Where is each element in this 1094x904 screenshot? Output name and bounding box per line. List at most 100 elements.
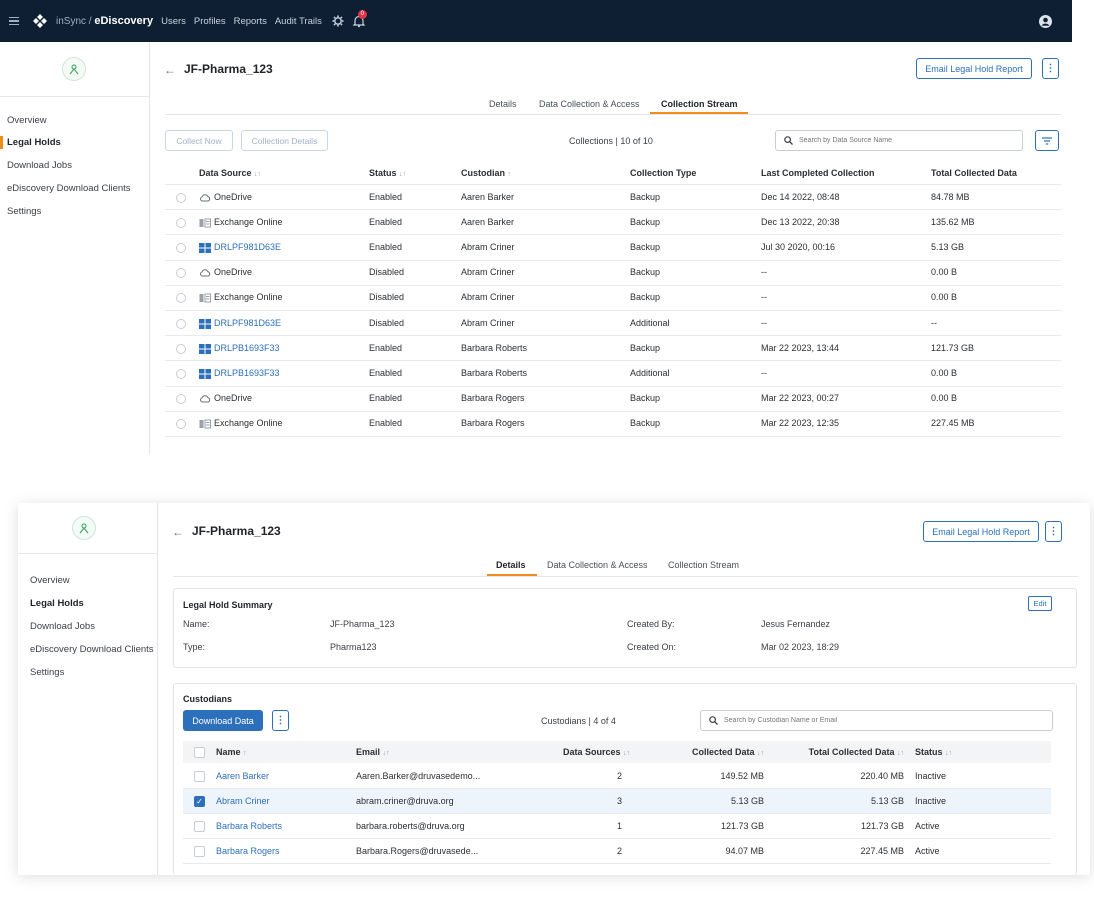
status-cell: Enabled <box>369 191 403 202</box>
created-on-value: Mar 02 2023, 18:29 <box>761 642 840 652</box>
row-select-radio[interactable] <box>176 293 186 304</box>
email-report-button[interactable]: Email Legal Hold Report <box>923 521 1039 542</box>
sort-icon: ↓↑ <box>757 750 764 757</box>
tab-collection-stream[interactable]: Collection Stream <box>661 99 738 109</box>
search-input[interactable] <box>724 717 1016 724</box>
collection-details-button[interactable]: Collection Details <box>241 130 328 151</box>
status-cell: Enabled <box>369 368 403 378</box>
custodian-cell: Abram Criner <box>461 292 515 303</box>
column-header-status[interactable]: Status ↓↑ <box>369 168 406 178</box>
name-label: Name: <box>183 619 210 629</box>
row-checkbox[interactable] <box>194 771 205 782</box>
data-source-cell[interactable]: DRLPF981D63E <box>214 242 281 252</box>
legal-hold-logo-icon <box>62 57 86 81</box>
sidebar-item-download-clients[interactable]: eDiscovery Download Clients <box>7 183 131 194</box>
data-source-cell[interactable]: DRLPB1693F33 <box>214 368 280 378</box>
tab-details[interactable]: Details <box>496 560 526 570</box>
row-select-radio[interactable] <box>176 343 186 354</box>
last-collection-cell: -- <box>761 368 767 378</box>
nav-link-profiles[interactable]: Profiles <box>194 16 226 27</box>
notification-bell-icon[interactable]: 0 <box>352 10 367 28</box>
custodian-cell: Barbara Roberts <box>461 368 528 378</box>
sidebar-item-download-clients[interactable]: eDiscovery Download Clients <box>30 644 154 655</box>
custodian-name-link[interactable]: Barbara Roberts <box>216 821 282 831</box>
sidebar-item-settings[interactable]: Settings <box>7 206 41 217</box>
custodian-name-link[interactable]: Aaren Barker <box>216 771 269 781</box>
column-header-data-source[interactable]: Data Source ↓↑ <box>199 168 261 178</box>
column-header-email[interactable]: Email ↓↑ <box>356 747 390 757</box>
custodian-search[interactable] <box>700 710 1053 731</box>
sidebar-item-settings[interactable]: Settings <box>30 667 64 678</box>
row-select-radio[interactable] <box>176 243 186 253</box>
custodian-name-link[interactable]: Abram Criner <box>216 796 270 806</box>
column-header-last-collection: Last Completed Collection <box>761 168 875 178</box>
data-source-search[interactable] <box>775 130 1023 151</box>
search-input[interactable] <box>799 137 1002 144</box>
user-avatar-icon[interactable] <box>1039 15 1052 28</box>
sidebar-item-overview[interactable]: Overview <box>7 115 47 126</box>
row-select-radio[interactable] <box>176 318 186 329</box>
sort-icon: ↑ <box>243 750 247 757</box>
last-collection-cell: -- <box>761 267 767 278</box>
sidebar-item-legal-holds[interactable]: Legal Holds <box>30 598 84 609</box>
total-data-cell: 0.00 B <box>931 292 958 303</box>
tab-details[interactable]: Details <box>489 99 517 109</box>
row-checkbox[interactable] <box>194 821 205 832</box>
column-header-total-collected[interactable]: Total Collected Data ↓↑ <box>778 747 904 757</box>
nav-link-reports[interactable]: Reports <box>234 16 267 27</box>
search-icon <box>784 136 793 145</box>
sort-icon: ↓↑ <box>945 750 953 757</box>
select-all-checkbox[interactable] <box>194 747 205 758</box>
download-data-button[interactable]: Download Data <box>183 710 263 731</box>
top-navigation-bar: inSync / eDiscovery Users Profiles Repor… <box>0 0 1072 42</box>
column-header-collected-data[interactable]: Collected Data ↓↑ <box>668 747 764 757</box>
edit-button[interactable]: Edit <box>1028 596 1052 611</box>
back-arrow-icon[interactable]: ← <box>164 63 176 77</box>
row-select-radio[interactable] <box>176 394 186 405</box>
product-name[interactable]: inSync / eDiscovery <box>56 15 153 27</box>
menu-icon[interactable] <box>9 16 19 26</box>
header-label: Name <box>216 747 241 757</box>
row-select-radio[interactable] <box>176 192 186 203</box>
sidebar-divider <box>18 553 157 554</box>
collect-now-button[interactable]: Collect Now <box>165 130 233 151</box>
tab-data-collection-access[interactable]: Data Collection & Access <box>539 99 640 109</box>
filter-icon <box>1042 136 1052 145</box>
data-source-cell: OneDrive <box>214 191 253 202</box>
total-collected-cell: 121.73 GB <box>860 820 904 831</box>
row-divider <box>165 310 1061 311</box>
custodians-more-button[interactable]: ⋮ <box>272 710 289 731</box>
column-header-name[interactable]: Name ↑ <box>216 747 247 757</box>
row-checkbox[interactable] <box>194 846 205 857</box>
row-select-radio[interactable] <box>176 217 186 228</box>
column-header-data-sources[interactable]: Data Sources ↓↑ <box>538 747 630 757</box>
back-arrow-icon[interactable]: ← <box>172 525 184 539</box>
data-source-cell[interactable]: DRLPF981D63E <box>214 318 281 328</box>
sidebar-item-legal-holds[interactable]: Legal Holds <box>7 137 61 148</box>
cloud-icon <box>199 193 211 203</box>
row-select-radio[interactable] <box>176 419 186 430</box>
data-source-cell[interactable]: DRLPB1693F33 <box>214 343 280 353</box>
tab-collection-stream[interactable]: Collection Stream <box>668 560 739 570</box>
email-report-button[interactable]: Email Legal Hold Report <box>916 58 1032 79</box>
nav-link-audit-trails[interactable]: Audit Trails <box>275 16 322 27</box>
row-select-radio[interactable] <box>176 268 186 279</box>
gear-icon[interactable] <box>332 15 344 27</box>
filter-button[interactable] <box>1035 130 1059 151</box>
nav-link-users[interactable]: Users <box>161 16 186 27</box>
sidebar-item-overview[interactable]: Overview <box>30 575 70 586</box>
collection-type-cell: Backup <box>630 342 661 353</box>
more-options-button[interactable]: ⋮ <box>1042 58 1059 79</box>
row-select-radio[interactable] <box>176 369 186 379</box>
status-cell: Disabled <box>369 292 405 303</box>
sidebar-item-download-jobs[interactable]: Download Jobs <box>7 160 72 171</box>
active-tab-underline <box>650 112 748 114</box>
row-checkbox[interactable]: ✓ <box>194 796 205 807</box>
column-header-status[interactable]: Status ↓↑ <box>915 747 952 757</box>
tab-data-collection-access[interactable]: Data Collection & Access <box>547 560 648 570</box>
more-options-button[interactable]: ⋮ <box>1045 521 1062 542</box>
collection-type-cell: Backup <box>630 292 661 303</box>
column-header-custodian[interactable]: Custodian ↑ <box>461 168 511 178</box>
custodian-name-link[interactable]: Barbara Rogers <box>216 846 280 856</box>
sidebar-item-download-jobs[interactable]: Download Jobs <box>30 621 95 632</box>
